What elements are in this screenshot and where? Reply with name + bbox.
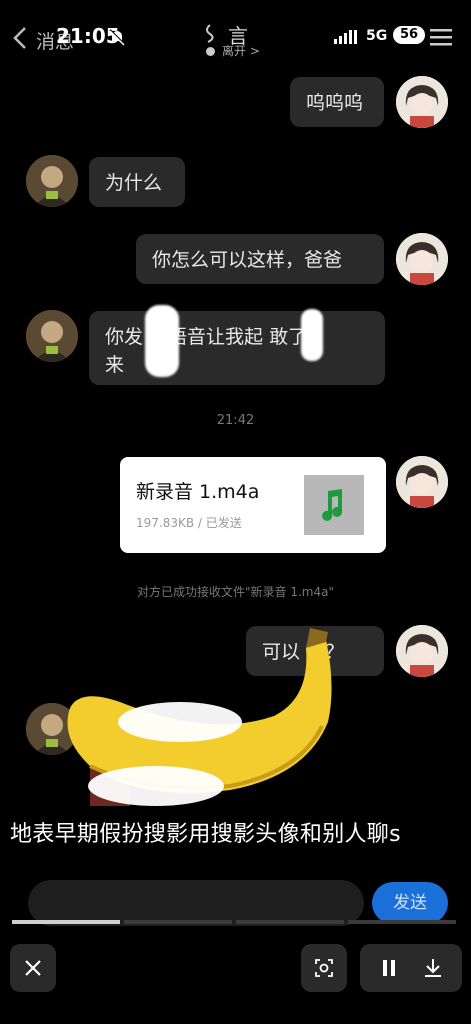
file-thumbnail [304, 475, 364, 535]
story-progress-segment [236, 920, 344, 924]
network-type: 5G [366, 28, 388, 44]
message-bubble-me[interactable]: 你怎么可以这样，爸爸 [136, 234, 384, 284]
capture-icon [315, 959, 333, 977]
video-caption: 地表早期假扮搜影用搜影头像和别人聊s [10, 822, 401, 847]
close-button[interactable] [10, 944, 56, 992]
battery-level: 56 [393, 26, 425, 44]
avatar-photo-icon [26, 310, 78, 362]
message-text: 呜呜呜 [306, 92, 364, 114]
close-icon [25, 960, 41, 976]
avatar-me[interactable] [396, 76, 448, 128]
presence-dot [206, 47, 215, 56]
screenshot-button[interactable] [301, 944, 347, 992]
file-message-card[interactable]: 新录音 1.m4a 197.83KB / 已发送 [120, 457, 386, 553]
presence-status[interactable]: 离开 > [222, 42, 260, 59]
signal-icon [334, 30, 357, 44]
message-bubble-other[interactable]: 你发 的语音让我起 敢了 来 [89, 305, 385, 385]
avatar-other[interactable] [26, 155, 78, 207]
timestamp-separator: 21:42 [216, 413, 255, 428]
avatar-illustration-icon [396, 233, 448, 285]
file-received-notice: 对方已成功接收文件"新录音 1.m4a" [137, 585, 334, 599]
avatar-me[interactable] [396, 625, 448, 677]
back-chevron-icon[interactable] [12, 26, 28, 50]
story-progress-segment [12, 920, 120, 924]
file-name: 新录音 1.m4a [136, 481, 260, 503]
avatar-illustration-icon [396, 625, 448, 677]
story-progress-segment [348, 920, 456, 924]
message-bubble-other[interactable]: 为什么 [89, 157, 185, 207]
redaction-scribble [145, 305, 179, 377]
voice-icon [206, 24, 214, 43]
avatar-illustration-icon [396, 456, 448, 508]
avatar-me[interactable] [396, 233, 448, 285]
send-button[interactable]: 发送 [372, 882, 448, 924]
mute-bell-icon [109, 29, 125, 46]
playback-controls [360, 944, 462, 992]
pause-icon[interactable] [380, 958, 398, 978]
avatar-illustration-icon [396, 76, 448, 128]
avatar-me[interactable] [396, 456, 448, 508]
message-text: 你怎么可以这样，爸爸 [152, 249, 343, 271]
menu-icon[interactable] [430, 28, 452, 46]
banana-sticker-icon [67, 628, 332, 806]
message-text: 为什么 [105, 172, 163, 194]
chat-header: 消息 21:05 言 离开 > 5G 56 [0, 0, 471, 70]
redaction-scribble [301, 309, 323, 361]
avatar-other[interactable] [26, 310, 78, 362]
download-icon[interactable] [422, 957, 444, 979]
avatar-photo-icon [26, 155, 78, 207]
story-progress-segment [124, 920, 232, 924]
music-note-icon [322, 489, 343, 521]
message-bubble-me[interactable]: 呜呜呜 [290, 77, 384, 127]
file-meta: 197.83KB / 已发送 [136, 516, 242, 530]
